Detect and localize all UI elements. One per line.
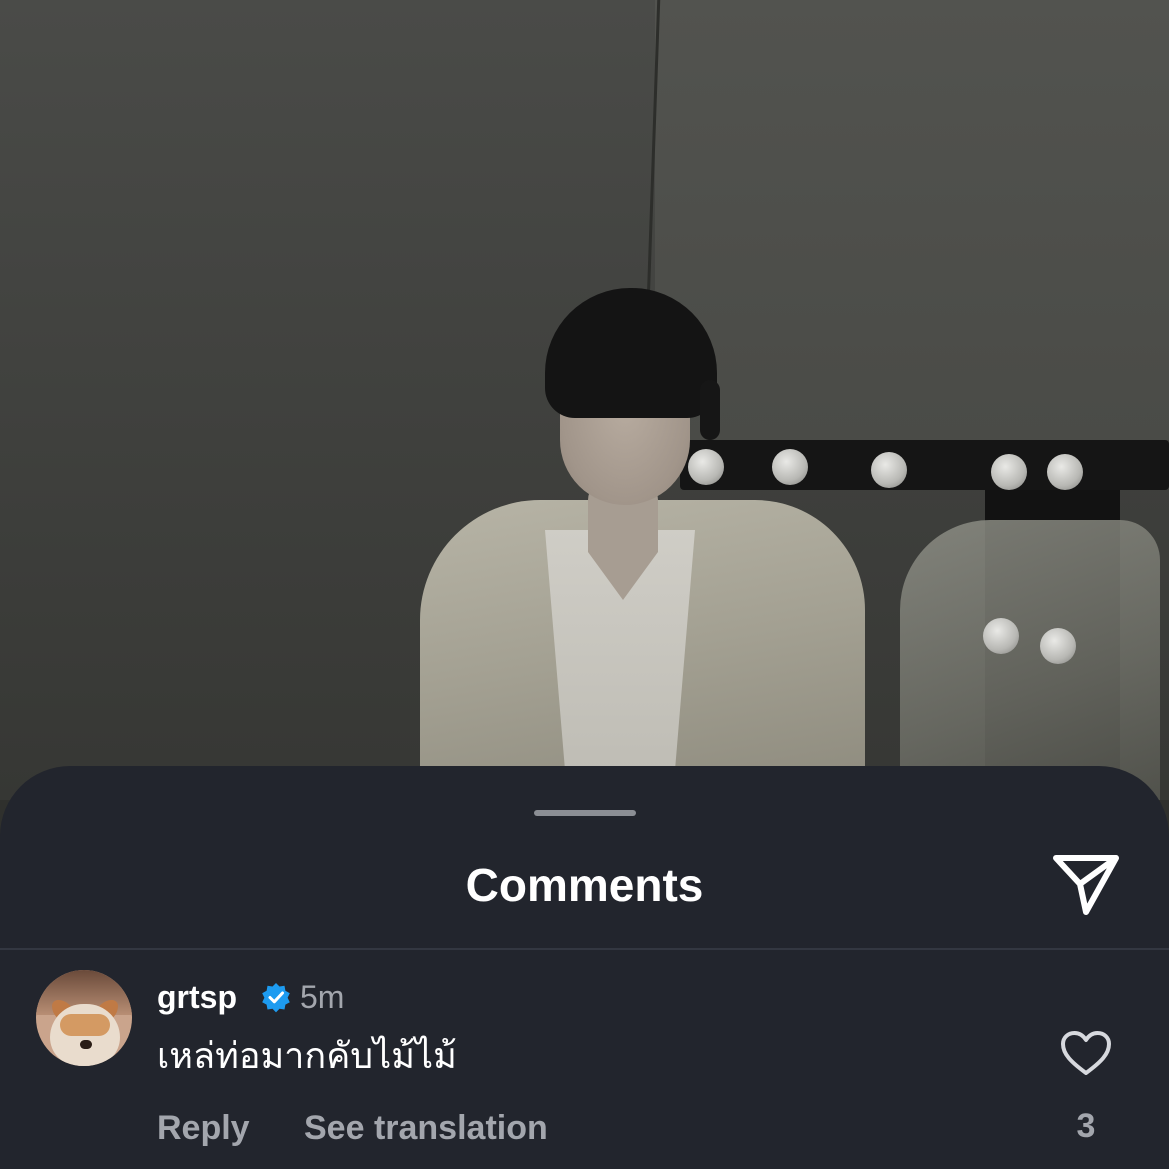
like-button[interactable] bbox=[1059, 1029, 1113, 1077]
photo-bulb bbox=[1047, 454, 1083, 490]
share-button[interactable] bbox=[1048, 848, 1124, 920]
photo-bulb bbox=[871, 452, 907, 488]
see-translation-button[interactable]: See translation bbox=[304, 1108, 548, 1148]
photo-wall bbox=[655, 0, 1169, 440]
avatar-photo bbox=[60, 1014, 110, 1036]
photo-bulb bbox=[991, 454, 1027, 490]
comment-timestamp: 5m bbox=[300, 979, 345, 1015]
sheet-title: Comments bbox=[465, 859, 704, 911]
avatar[interactable] bbox=[36, 970, 132, 1066]
photo-bulb bbox=[688, 449, 724, 485]
photo-mirror-frame bbox=[680, 440, 1169, 490]
photo-bulb bbox=[1040, 628, 1076, 664]
verified-badge-icon bbox=[260, 981, 292, 1013]
sheet-grabber-handle[interactable] bbox=[534, 810, 636, 816]
photo-person-hair bbox=[700, 380, 720, 440]
post-photo bbox=[0, 0, 1169, 800]
paper-plane-icon bbox=[1053, 855, 1119, 915]
reply-button[interactable]: Reply bbox=[157, 1108, 250, 1148]
avatar-photo bbox=[80, 1040, 92, 1049]
photo-bulb bbox=[772, 449, 808, 485]
sheet-divider bbox=[0, 948, 1169, 950]
photo-bulb bbox=[983, 618, 1019, 654]
heart-icon bbox=[1061, 1031, 1111, 1075]
comment-text: เหล่ท่อมากคับไม้ไม้ bbox=[157, 1035, 457, 1076]
comment-username[interactable]: grtsp bbox=[157, 978, 237, 1016]
photo-hanging-coat bbox=[900, 520, 1160, 800]
like-count: 3 bbox=[1076, 1107, 1096, 1145]
